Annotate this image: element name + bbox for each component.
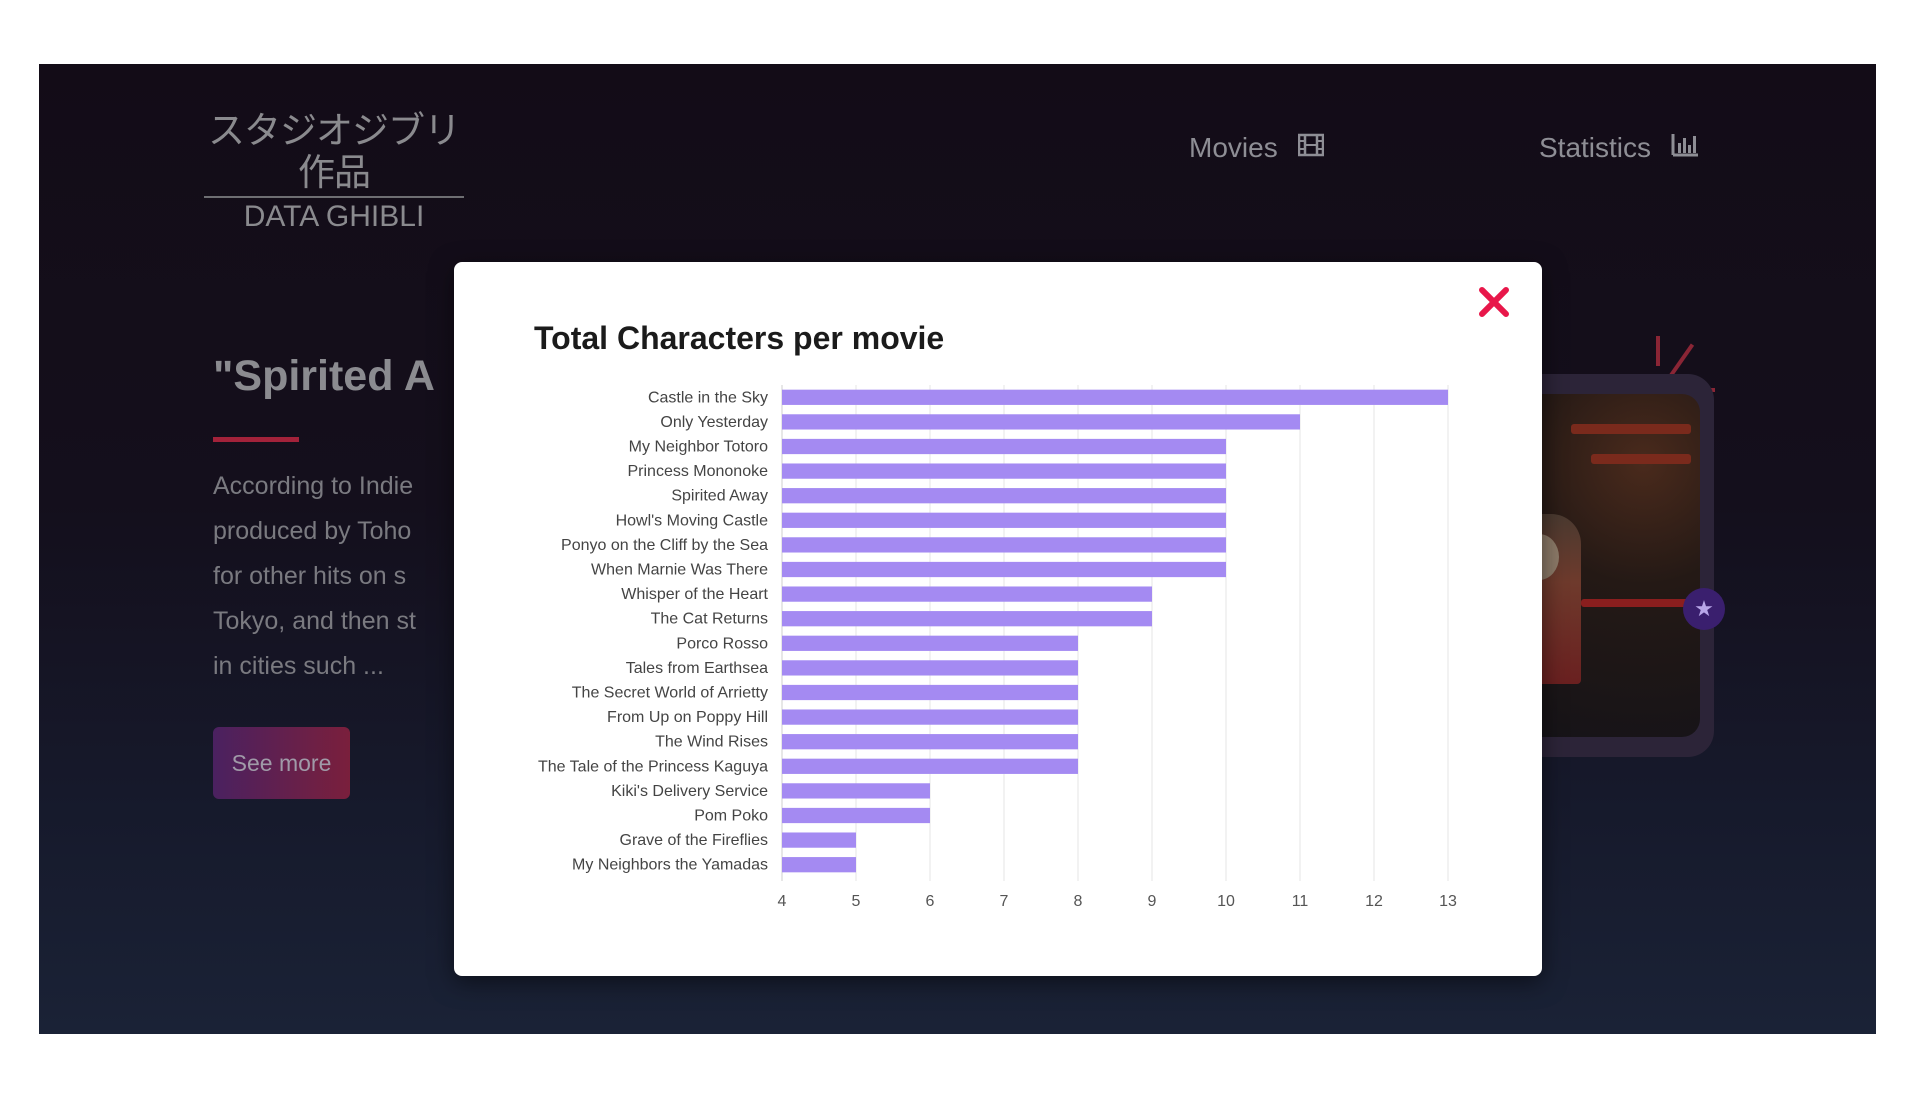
category-label: Whisper of the Heart	[621, 586, 768, 603]
bar[interactable]	[782, 512, 1226, 528]
bar[interactable]	[782, 561, 1226, 578]
category-label: Grave of the Fireflies	[620, 832, 769, 849]
category-label: When Marnie Was There	[591, 562, 768, 579]
category-label: Castle in the Sky	[648, 389, 768, 406]
x-tick-label: 9	[1148, 893, 1157, 910]
bar[interactable]	[782, 709, 1078, 725]
bar[interactable]	[782, 684, 1078, 701]
x-tick-label: 5	[852, 893, 861, 910]
bar[interactable]	[782, 857, 856, 873]
category-label: My Neighbor Totoro	[629, 439, 768, 456]
category-label: Pom Poko	[694, 808, 768, 825]
bar[interactable]	[782, 660, 1078, 676]
bar[interactable]	[782, 488, 1226, 504]
bar[interactable]	[782, 414, 1300, 430]
app-background: スタジオジブリ作品 DATA GHIBLI Movies Statistics	[39, 64, 1876, 1034]
bar[interactable]	[782, 438, 1226, 455]
bar[interactable]	[782, 635, 1078, 651]
category-label: The Tale of the Princess Kaguya	[538, 758, 768, 775]
bar[interactable]	[782, 734, 1078, 750]
category-label: The Cat Returns	[651, 611, 768, 628]
category-label: The Secret World of Arrietty	[572, 685, 768, 702]
category-label: Kiki's Delivery Service	[611, 783, 768, 800]
bar[interactable]	[782, 758, 1078, 774]
category-label: Tales from Earthsea	[626, 660, 768, 677]
category-label: Porco Rosso	[676, 635, 768, 652]
bar[interactable]	[782, 586, 1152, 602]
bar[interactable]	[782, 389, 1448, 405]
category-label: Only Yesterday	[660, 414, 768, 431]
bar[interactable]	[782, 611, 1152, 627]
bar[interactable]	[782, 783, 930, 799]
statistics-modal: Total Characters per movie 4 5 6 7 8 9 10 11 12 1…	[454, 262, 1542, 976]
x-tick-label: 12	[1365, 893, 1383, 910]
x-tick-label: 7	[1000, 893, 1009, 910]
category-label: Howl's Moving Castle	[616, 512, 769, 529]
x-tick-label: 11	[1292, 893, 1309, 910]
bar[interactable]	[782, 832, 856, 848]
category-label: The Wind Rises	[655, 734, 768, 751]
bar-chart: 4 5 6 7 8 9 10 11 12 13 Castle in the Sky Only Yest…	[538, 385, 1457, 910]
bar[interactable]	[782, 463, 1226, 479]
bar[interactable]	[782, 807, 930, 824]
bar[interactable]	[782, 537, 1226, 553]
x-tick-label: 8	[1074, 893, 1083, 910]
category-label: My Neighbors the Yamadas	[572, 857, 768, 874]
x-tick-label: 6	[926, 893, 935, 910]
category-label: Spirited Away	[671, 488, 768, 505]
category-label: From Up on Poppy Hill	[607, 709, 768, 726]
x-tick-label: 10	[1217, 893, 1235, 910]
category-label: Ponyo on the Cliff by the Sea	[561, 537, 768, 554]
x-tick-label: 13	[1439, 893, 1457, 910]
category-label: Princess Mononoke	[627, 463, 768, 480]
x-tick-label: 4	[778, 893, 787, 910]
